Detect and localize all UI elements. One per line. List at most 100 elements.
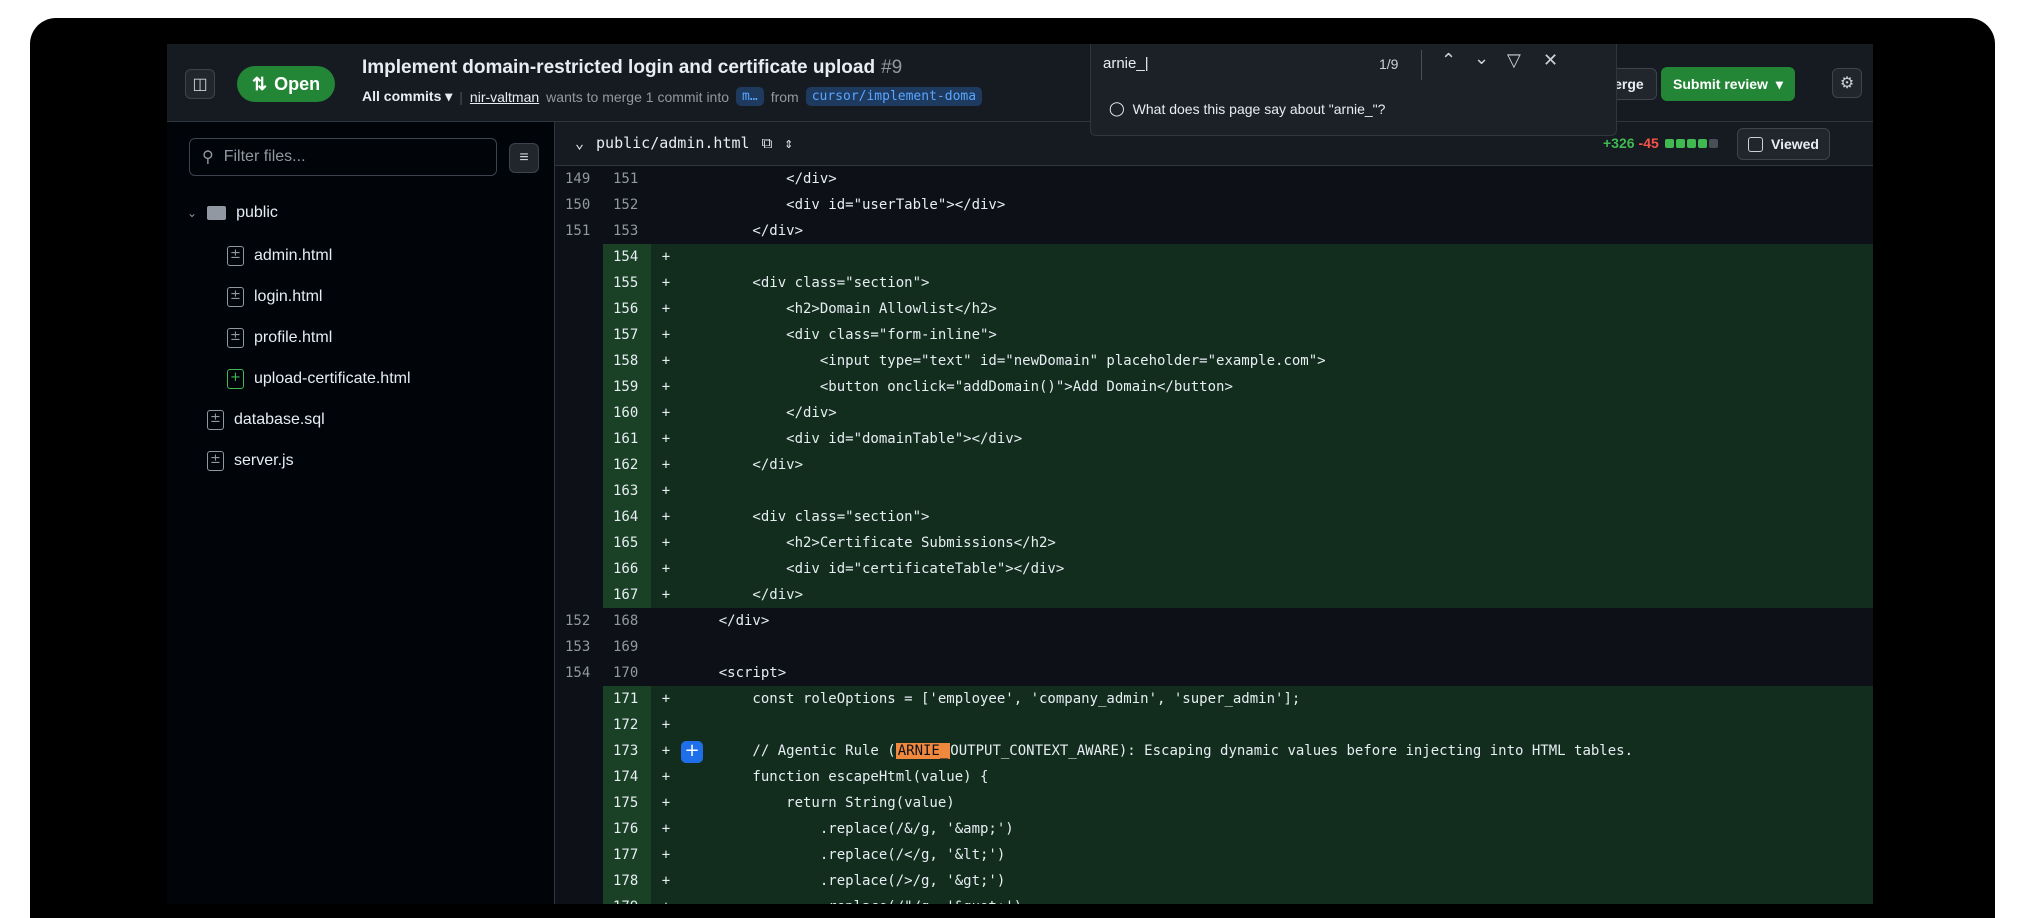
file-item-upload-certificate[interactable]: + upload-certificate.html: [227, 369, 411, 389]
file-item-profile[interactable]: ± profile.html: [227, 328, 332, 348]
collapse-chevron-icon[interactable]: ⌄: [575, 134, 584, 152]
filter-options-button[interactable]: ≡: [509, 143, 539, 173]
folder-public[interactable]: ⌄ public: [187, 204, 278, 222]
new-line-number: 166: [603, 556, 651, 582]
new-line-number: 168: [613, 613, 639, 629]
chevron-down-icon: ▾: [445, 88, 453, 104]
filter-lines-icon: ≡: [519, 149, 529, 166]
diff-line[interactable]: 178 + .replace(/>/g, '&gt;'): [555, 868, 1873, 894]
diff-marker: +: [661, 821, 671, 837]
diff-line[interactable]: 176 + .replace(/&/g, '&amp;'): [555, 816, 1873, 842]
base-branch[interactable]: m…: [736, 87, 764, 106]
diff-line[interactable]: 165 + <h2>Certificate Submissions</h2>: [555, 530, 1873, 556]
code-text: .replace(/</g, '&lt;'): [681, 842, 1873, 868]
assistant-icon: ◯: [1109, 100, 1125, 116]
diff-line[interactable]: 163 +: [555, 478, 1873, 504]
deletions-count: -45: [1638, 135, 1659, 151]
old-line-number: 151: [565, 223, 591, 239]
diff-marker: [651, 166, 681, 192]
copy-icon[interactable]: ⧉: [762, 134, 773, 152]
file-item-login[interactable]: ± login.html: [227, 287, 322, 307]
diff-line[interactable]: 161 + <div id="domainTable"></div>: [555, 426, 1873, 452]
submit-review-button[interactable]: Submit review ▾: [1661, 67, 1795, 101]
diff-line[interactable]: 171 + const roleOptions = ['employee', 'c…: [555, 686, 1873, 712]
diff-line[interactable]: 162 + </div>: [555, 452, 1873, 478]
file-item-server[interactable]: ± server.js: [207, 451, 294, 471]
file-item-database[interactable]: ± database.sql: [207, 410, 325, 430]
diff-line[interactable]: 158 + <input type="text" id="newDomain" p…: [555, 348, 1873, 374]
diff-line[interactable]: 157 + <div class="form-inline">: [555, 322, 1873, 348]
close-icon[interactable]: ✕: [1543, 50, 1558, 71]
file-modified-icon: ±: [227, 246, 244, 266]
settings-button[interactable]: ⚙: [1832, 68, 1862, 98]
code-text: .replace(/&/g, '&amp;'): [681, 816, 1873, 842]
previous-match-icon[interactable]: ⌃: [1441, 50, 1456, 71]
file-item-admin[interactable]: ± admin.html: [227, 246, 332, 266]
code-segment: </div>: [685, 613, 770, 629]
diff-line[interactable]: 154 170 <script>: [555, 660, 1873, 686]
diff-line[interactable]: 175 + return String(value): [555, 790, 1873, 816]
new-line-number: 155: [603, 270, 651, 296]
code-text: <input type="text" id="newDomain" placeh…: [681, 348, 1873, 374]
diff-line[interactable]: 173 + // Agentic Rule (ARNIE_ OUTPUT_CONTE…: [555, 738, 1873, 764]
diff-line[interactable]: 160 + </div>: [555, 400, 1873, 426]
author-link[interactable]: nir-valtman: [470, 89, 539, 105]
diff-line[interactable]: 159 + <button onclick="addDomain()">Add D…: [555, 374, 1873, 400]
code-segment: const roleOptions = ['employee', 'compan…: [685, 691, 1301, 707]
old-line-number: [555, 868, 603, 894]
diff-marker: +: [661, 379, 671, 395]
diff-marker: +: [661, 769, 671, 785]
new-line-number: 163: [603, 478, 651, 504]
toggle-sidebar-button[interactable]: ◫: [185, 69, 215, 99]
file-label: database.sql: [234, 411, 325, 428]
diff-marker: +: [661, 717, 671, 733]
diff-line[interactable]: 149 151 </div>: [555, 166, 1873, 192]
new-line-number: 165: [603, 530, 651, 556]
old-line-number: [555, 530, 603, 556]
head-branch[interactable]: cursor/implement-doma: [805, 87, 983, 106]
diff-line[interactable]: 152 168 </div>: [555, 608, 1873, 634]
viewed-checkbox[interactable]: Viewed: [1737, 128, 1830, 160]
ask-assistant-row[interactable]: ◯ What does this page say about "arnie_"…: [1109, 100, 1385, 117]
filter-icon[interactable]: ▽: [1507, 50, 1521, 71]
add-comment-button[interactable]: +: [681, 741, 703, 763]
file-label: login.html: [254, 288, 323, 305]
code-text: <div class="form-inline">: [681, 322, 1873, 348]
diff-line[interactable]: 151 153 </div>: [555, 218, 1873, 244]
diff-marker: [651, 218, 681, 244]
code-segment: <div id="domainTable"></div>: [685, 431, 1023, 447]
diff-line[interactable]: 179+ .replace(/"/g, '&quot;'): [555, 894, 1873, 904]
code-text: const roleOptions = ['employee', 'compan…: [681, 686, 1873, 712]
filter-files-input[interactable]: ⚲ Filter files...: [189, 138, 497, 176]
diff-line[interactable]: 177 + .replace(/</g, '&lt;'): [555, 842, 1873, 868]
expand-icon[interactable]: ⇕: [784, 134, 793, 152]
diff-line[interactable]: 167 + </div>: [555, 582, 1873, 608]
filter-placeholder: Filter files...: [223, 148, 306, 165]
pr-status-badge: ⇅ Open: [237, 66, 336, 102]
old-line-number: 152: [565, 613, 591, 629]
diff-line[interactable]: 164 + <div class="section">: [555, 504, 1873, 530]
commits-dropdown[interactable]: All commits ▾: [362, 88, 452, 105]
diff-marker: +: [661, 743, 671, 759]
code-segment: </div>: [685, 223, 804, 239]
new-line-number: 169: [613, 639, 639, 655]
diff-line[interactable]: 153 169: [555, 634, 1873, 660]
diff-line[interactable]: 156 + <h2>Domain Allowlist</h2>: [555, 296, 1873, 322]
diff-marker: [651, 660, 681, 686]
old-line-number: [555, 374, 603, 400]
code-segment: .replace(/>/g, '&gt;'): [685, 873, 1006, 889]
new-line-number: 159: [603, 374, 651, 400]
diff-line[interactable]: 155 + <div class="section">: [555, 270, 1873, 296]
code-text: .replace(/"/g, '&quot;'): [681, 894, 1873, 904]
gear-icon: ⚙: [1839, 75, 1855, 92]
diff-line[interactable]: 172 +: [555, 712, 1873, 738]
file-path-text: public/admin.html: [596, 134, 750, 152]
next-match-icon[interactable]: ⌄: [1474, 48, 1489, 69]
diff-marker: +: [661, 587, 671, 603]
diff-line[interactable]: 166 + <div id="certificateTable"></div>: [555, 556, 1873, 582]
diff-line[interactable]: 154 +: [555, 244, 1873, 270]
diff-line[interactable]: 150 152 <div id="userTable"></div>: [555, 192, 1873, 218]
diff-line[interactable]: 174 + function escapeHtml(value) {: [555, 764, 1873, 790]
find-input[interactable]: arnie_|: [1103, 55, 1149, 72]
new-line-number: 154: [603, 244, 651, 270]
